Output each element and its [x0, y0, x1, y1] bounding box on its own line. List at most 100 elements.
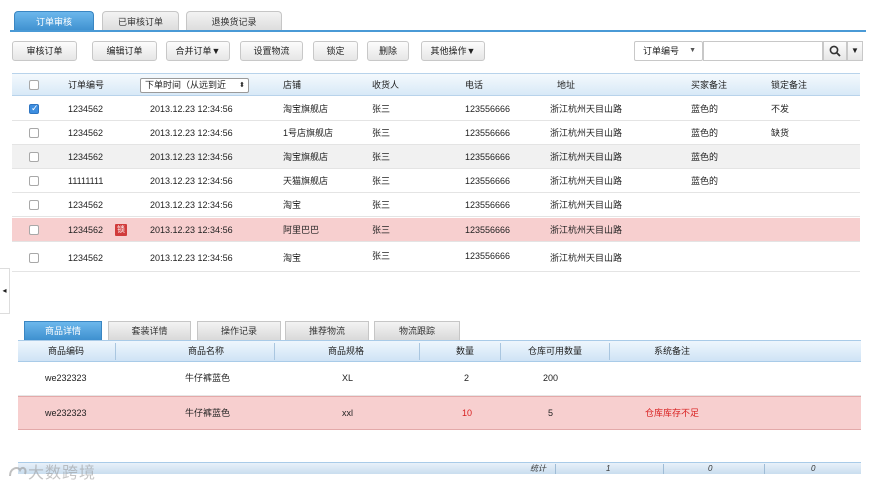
- col-lock-note: 锁定备注: [771, 80, 808, 90]
- row-checkbox[interactable]: [29, 200, 39, 210]
- table-row[interactable]: 11111111 2013.12.23 12:34:56 天猫旗舰店 张三 12…: [12, 169, 860, 193]
- tab-bundle-details[interactable]: 套装详情: [108, 321, 191, 340]
- address: 浙江杭州天目山路: [550, 253, 623, 263]
- quantity: 2: [464, 373, 470, 383]
- summary-value: 0: [708, 464, 713, 473]
- available-stock: 5: [548, 408, 554, 418]
- set-logistics-button[interactable]: 设置物流: [240, 41, 303, 61]
- column-divider: [663, 464, 664, 474]
- phone: 123556666: [465, 176, 511, 186]
- tab-product-details[interactable]: 商品详情: [24, 321, 102, 340]
- col-product-code: 商品编码: [48, 346, 85, 356]
- tab-recommended-logistics[interactable]: 推荐物流: [285, 321, 369, 340]
- table-row-locked[interactable]: 1234562 锁 2013.12.23 12:34:56 阿里巴巴 张三 12…: [12, 218, 860, 242]
- detail-row[interactable]: we232323 牛仔裤蓝色 XL 2 200: [18, 362, 861, 396]
- order-no: 11111111: [68, 176, 104, 186]
- detail-row-warning[interactable]: we232323 牛仔裤蓝色 xxl 10 5 仓库库存不足: [18, 396, 861, 430]
- receiver: 张三: [372, 104, 391, 114]
- tab-logistics-tracking[interactable]: 物流跟踪: [374, 321, 460, 340]
- column-divider: [115, 343, 116, 360]
- order-time: 2013.12.23 12:34:56: [150, 152, 233, 162]
- col-product-spec: 商品规格: [328, 346, 365, 356]
- product-spec: xxl: [342, 408, 353, 418]
- col-buyer-note: 买家备注: [691, 80, 728, 90]
- table-row[interactable]: 1234562 2013.12.23 12:34:56 淘宝旗舰店 张三 123…: [12, 145, 860, 169]
- summary-value: 1: [606, 464, 611, 473]
- order-no: 1234562: [68, 200, 104, 210]
- order-time: 2013.12.23 12:34:56: [150, 200, 233, 210]
- order-time: 2013.12.23 12:34:56: [150, 225, 233, 235]
- edit-order-button[interactable]: 编辑订单: [92, 41, 157, 61]
- chevron-left-icon: ◂: [2, 286, 7, 295]
- row-checkbox[interactable]: [29, 176, 39, 186]
- col-address: 地址: [557, 80, 576, 90]
- order-no: 1234562: [68, 128, 104, 138]
- table-row[interactable]: 1234562 2013.12.23 12:34:56 淘宝 张三 123556…: [12, 244, 860, 272]
- merge-order-button[interactable]: 合并订单▼: [166, 41, 230, 61]
- order-time-sort-select[interactable]: 下单时间（从远到近 ⬍: [140, 78, 249, 93]
- shop: 淘宝: [283, 200, 302, 210]
- system-note: 仓库库存不足: [645, 408, 700, 418]
- row-checkbox[interactable]: [29, 253, 39, 263]
- search-dropdown-button[interactable]: ▼: [847, 41, 863, 61]
- col-receiver: 收货人: [372, 80, 400, 90]
- orders-table-header: 订单编号 下单时间（从远到近 ⬍ 店铺 收货人 电话 地址 买家备注 锁定备注: [12, 73, 860, 96]
- col-order-no: 订单编号: [68, 80, 105, 90]
- column-divider: [555, 464, 556, 474]
- summary-label: 统计: [530, 464, 546, 473]
- tab-order-review[interactable]: 订单审核: [14, 11, 94, 31]
- order-time: 2013.12.23 12:34:56: [150, 176, 233, 186]
- delete-button[interactable]: 删除: [367, 41, 409, 61]
- receiver: 张三: [372, 225, 391, 235]
- tab-reviewed-orders[interactable]: 已审核订单: [102, 11, 179, 31]
- toolbar: 审核订单 编辑订单 合并订单▼ 设置物流 锁定 删除 其他操作▼ 订单编号 ▼ …: [0, 41, 887, 61]
- order-time: 2013.12.23 12:34:56: [150, 128, 233, 138]
- row-checkbox[interactable]: [29, 128, 39, 138]
- col-available-stock: 仓库可用数量: [528, 346, 583, 356]
- search-field-select[interactable]: 订单编号 ▼: [634, 41, 703, 61]
- lock-note: 不发: [771, 104, 790, 114]
- col-phone: 电话: [465, 80, 484, 90]
- address: 浙江杭州天目山路: [550, 128, 623, 138]
- row-checkbox[interactable]: [29, 152, 39, 162]
- phone: 123556666: [465, 225, 511, 235]
- details-table-header: 商品编码 商品名称 商品规格 数量 仓库可用数量 系统备注: [18, 340, 861, 362]
- receiver: 张三: [372, 200, 391, 210]
- row-checkbox[interactable]: [29, 103, 39, 114]
- sort-select-label: 下单时间（从远到近: [145, 80, 227, 90]
- tab-underline: [10, 30, 866, 32]
- search-button[interactable]: [823, 41, 847, 61]
- phone: 123556666: [465, 128, 511, 138]
- triangle-down-icon: ▼: [851, 46, 859, 55]
- updown-arrow-icon: ⬍: [239, 82, 245, 89]
- review-order-button[interactable]: 审核订单: [12, 41, 77, 61]
- buyer-note: 蓝色的: [691, 128, 719, 138]
- search-icon: [829, 45, 841, 57]
- available-stock: 200: [543, 373, 559, 383]
- table-row[interactable]: 1234562 2013.12.23 12:34:56 1号店旗舰店 张三 12…: [12, 121, 860, 145]
- row-checkbox[interactable]: [29, 225, 39, 235]
- buyer-note: 蓝色的: [691, 104, 719, 114]
- table-row[interactable]: 1234562 2013.12.23 12:34:56 淘宝旗舰店 张三 123…: [12, 97, 860, 121]
- tab-return-records[interactable]: 退换货记录: [186, 11, 282, 31]
- select-all-checkbox[interactable]: [29, 80, 39, 90]
- order-no: 1234562: [68, 253, 104, 263]
- tab-operation-log[interactable]: 操作记录: [197, 321, 281, 340]
- lock-button[interactable]: 锁定: [313, 41, 358, 61]
- col-product-name: 商品名称: [188, 346, 225, 356]
- search-input[interactable]: [703, 41, 823, 61]
- collapse-panel-handle[interactable]: ◂: [0, 268, 10, 314]
- order-time: 2013.12.23 12:34:56: [150, 253, 233, 263]
- address: 浙江杭州天目山路: [550, 225, 623, 235]
- phone: 123556666: [465, 104, 511, 114]
- product-spec: XL: [342, 373, 354, 383]
- phone: 123556666: [465, 152, 511, 162]
- address: 浙江杭州天目山路: [550, 200, 623, 210]
- table-row[interactable]: 1234562 2013.12.23 12:34:56 淘宝 张三 123556…: [12, 193, 860, 217]
- summary-bar: 统计 1 0 0: [18, 462, 861, 474]
- lock-badge: 锁: [115, 224, 127, 236]
- column-divider: [500, 343, 501, 360]
- other-actions-button[interactable]: 其他操作▼: [421, 41, 485, 61]
- shop: 淘宝旗舰店: [283, 104, 329, 114]
- address: 浙江杭州天目山路: [550, 152, 623, 162]
